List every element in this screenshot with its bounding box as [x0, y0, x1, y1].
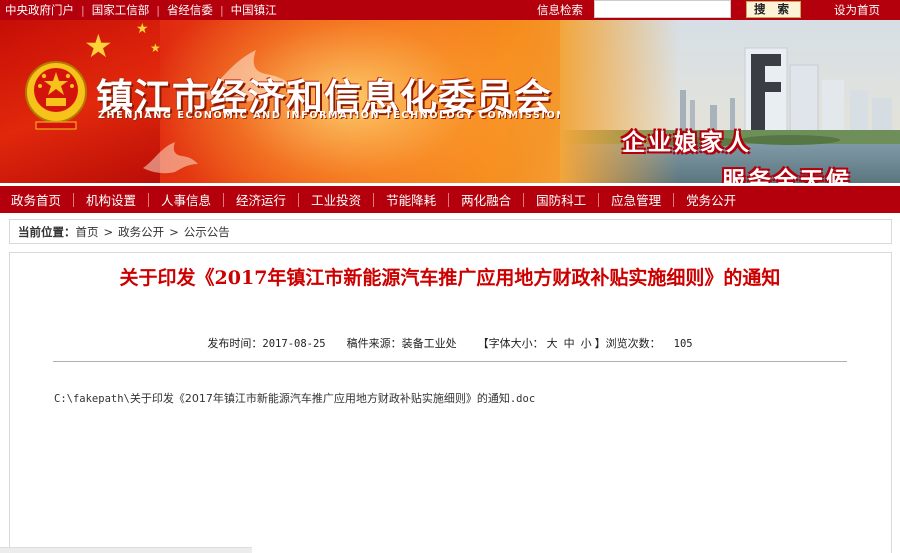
font-size-close: 】	[594, 337, 606, 350]
dove-icon	[143, 142, 198, 174]
breadcrumb: 当前位置： 首页 > 政务公开 > 公示公告	[9, 219, 892, 244]
nav-divider	[148, 192, 150, 207]
city-skyline-image	[560, 20, 900, 183]
article-meta: 发布时间：2017-08-25 稿件来源：装备工业处 【字体大小：大中小】浏览次…	[0, 335, 900, 351]
star-icon: ★	[150, 41, 161, 55]
views-label: 浏览次数：	[605, 337, 661, 350]
publish-label: 发布时间：	[207, 337, 263, 350]
nav-divider	[298, 192, 300, 207]
star-icon: ★	[136, 21, 149, 37]
nav-divider	[373, 192, 375, 207]
breadcrumb-home[interactable]: 首页	[76, 224, 99, 240]
nav-divider	[673, 192, 675, 207]
article-divider	[53, 361, 847, 362]
nav-divider	[448, 192, 450, 207]
font-size-large[interactable]: 大	[547, 337, 558, 350]
top-utility-bar: 中央政府门户 | 国家工信部 | 省经信委 | 中国镇江 信息检索 搜 索 设为…	[0, 0, 900, 20]
link-china-zhenjiang[interactable]: 中国镇江	[231, 2, 277, 18]
breadcrumb-separator: >	[169, 224, 179, 239]
link-provincial-commission[interactable]: 省经信委	[167, 2, 213, 18]
nav-item-economic-operation[interactable]: 经济运行	[236, 190, 286, 209]
attachment-link[interactable]: C:\fakepath\关于印发《2017年镇江市新能源汽车推广应用地方财政补贴…	[54, 390, 535, 406]
source-label: 稿件来源：	[346, 337, 402, 350]
nav-item-emergency[interactable]: 应急管理	[611, 190, 661, 209]
font-size-medium[interactable]: 中	[564, 337, 575, 350]
nav-item-gov-home[interactable]: 政务首页	[11, 190, 61, 209]
breadcrumb-label: 当前位置：	[18, 224, 76, 239]
national-emblem-icon	[25, 61, 87, 130]
site-banner: ★ ★ ★ 镇江市经济和信息化委员会 ZHENJIANG ECONOMIC AN…	[0, 20, 900, 183]
publish-date: 2017-08-25	[262, 338, 326, 350]
site-title-english: ZHENJIANG ECONOMIC AND INFORMATION TECHN…	[98, 110, 566, 121]
nav-item-personnel[interactable]: 人事信息	[161, 190, 211, 209]
article-title-wrapper: 关于印发《2017年镇江市新能源汽车推广应用地方财政补贴实施细则》的通知	[0, 262, 900, 295]
main-nav: 政务首页 机构设置 人事信息 经济运行 工业投资 节能降耗 两化融合 国防科工 …	[0, 186, 900, 213]
nav-divider	[73, 192, 75, 207]
nav-item-defense-industry[interactable]: 国防科工	[536, 190, 586, 209]
breadcrumb-gov-affairs[interactable]: 政务公开	[118, 224, 164, 240]
nav-item-integration[interactable]: 两化融合	[461, 190, 511, 209]
nav-item-industrial-investment[interactable]: 工业投资	[311, 190, 361, 209]
search-input[interactable]	[594, 0, 731, 18]
gov-links: 中央政府门户 | 国家工信部 | 省经信委 | 中国镇江	[0, 2, 277, 18]
link-central-gov[interactable]: 中央政府门户	[5, 2, 74, 18]
link-miit[interactable]: 国家工信部	[92, 2, 150, 18]
search-label: 信息检索	[537, 3, 583, 17]
attachment-path: C:\fakepath\	[54, 393, 130, 405]
link-divider: |	[81, 3, 85, 17]
nav-item-party-affairs[interactable]: 党务公开	[686, 190, 736, 209]
link-divider: |	[219, 3, 224, 17]
views-count: 105	[673, 338, 693, 350]
nav-divider	[598, 192, 600, 207]
source-value: 装备工业处	[401, 337, 457, 350]
set-homepage-link[interactable]: 设为首页	[834, 2, 880, 18]
nav-item-energy-saving[interactable]: 节能降耗	[386, 190, 436, 209]
breadcrumb-announcements[interactable]: 公示公告	[184, 224, 230, 240]
nav-item-organization[interactable]: 机构设置	[86, 190, 136, 209]
link-divider: |	[156, 3, 160, 17]
font-size-small[interactable]: 小	[581, 337, 592, 350]
article-title: 关于印发《2017年镇江市新能源汽车推广应用地方财政补贴实施细则》的通知	[119, 267, 781, 289]
slogan-line-2: 服务全天候	[722, 167, 852, 183]
search-button[interactable]: 搜 索	[746, 1, 801, 18]
nav-divider	[523, 192, 525, 207]
font-size-label: 【字体大小：	[477, 337, 544, 350]
attachment-name: 关于印发《2017年镇江市新能源汽车推广应用地方财政补贴实施细则》的通知	[129, 392, 510, 405]
slogan-line-1: 企业娘家人	[622, 129, 752, 156]
nav-divider	[223, 192, 225, 207]
attachment-extension: .doc	[509, 393, 536, 405]
breadcrumb-separator: >	[103, 224, 114, 239]
horizontal-scrollbar[interactable]	[0, 547, 252, 553]
